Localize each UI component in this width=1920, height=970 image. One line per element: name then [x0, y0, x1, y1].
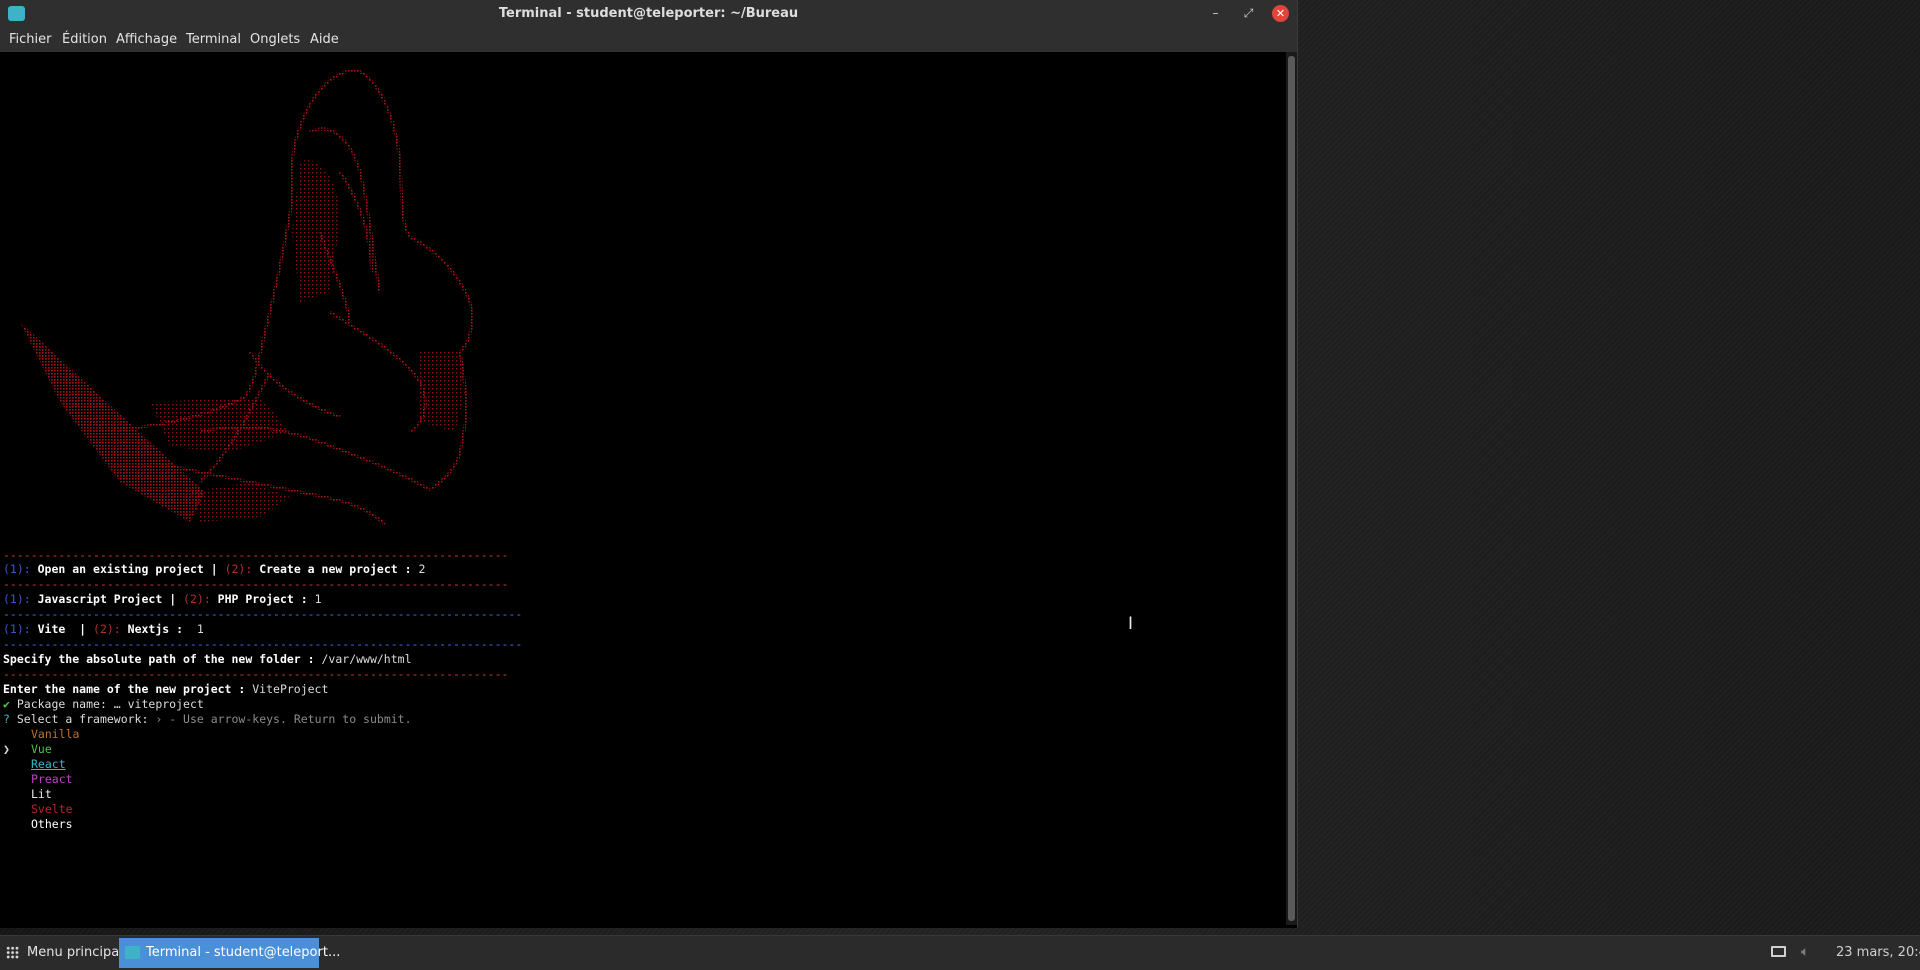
separator-line: ----------------------------------------…	[3, 607, 523, 621]
terminal-window: Terminal - student@teleporter: ~/Bureau …	[0, 0, 1298, 928]
prompt-line-name: Enter the name of the new project : Vite…	[3, 682, 328, 697]
check-icon: ✔	[3, 697, 10, 711]
option-number: (2):	[217, 562, 253, 576]
framework-option-others[interactable]: Others	[31, 817, 73, 832]
framework-option-vanilla[interactable]: Vanilla	[31, 727, 79, 742]
path-value: /var/www/html	[321, 652, 412, 666]
clock[interactable]: 23 mars, 20:45	[1836, 945, 1920, 960]
menu-edition[interactable]: Édition	[62, 32, 107, 47]
option-number: (1):	[3, 622, 31, 636]
terminal-output[interactable]: ----------------------------------------…	[0, 52, 1286, 925]
option-text: Create a new project :	[252, 562, 419, 576]
separator-line: ----------------------------------------…	[3, 667, 509, 681]
menu-affichage[interactable]: Affichage	[116, 32, 177, 47]
framework-option-react[interactable]: React	[31, 757, 66, 772]
option-number: (2):	[86, 622, 121, 636]
ascii-art-hooded-figure	[20, 68, 474, 526]
menu-fichier[interactable]: Fichier	[9, 32, 52, 47]
option-text: Nextjs :	[120, 622, 197, 636]
prompt-answer: 2	[418, 562, 426, 576]
minimize-button[interactable]: –	[1207, 5, 1224, 22]
option-text: PHP Project :	[210, 592, 315, 606]
prompt-answer: 1	[196, 622, 204, 636]
framework-option-lit[interactable]: Lit	[31, 787, 52, 802]
option-number: (1):	[3, 592, 31, 606]
select-hint: › - Use arrow-keys. Return to submit.	[155, 712, 412, 726]
prompt-line-path: Specify the absolute path of the new fol…	[3, 652, 412, 667]
maximize-button[interactable]: ⤢	[1240, 5, 1257, 22]
window-title: Terminal - student@teleporter: ~/Bureau	[498, 6, 799, 21]
prompt-line-project-type: (1): Javascript Project | (2): PHP Proje…	[3, 592, 322, 607]
text-cursor-icon: I	[1128, 614, 1134, 634]
prompt-line-framework-type: (1): Vite | (2): Nextjs : 1	[3, 622, 204, 637]
path-prompt: Specify the absolute path of the new fol…	[3, 652, 322, 666]
menu-bar: Fichier Édition Affichage Terminal Ongle…	[0, 27, 1297, 53]
option-text: Open an existing project	[30, 562, 211, 576]
terminal-app-icon	[125, 946, 140, 959]
option-text: Vite	[30, 622, 80, 636]
prompt-answer: 1	[314, 592, 322, 606]
name-prompt: Enter the name of the new project :	[3, 682, 253, 696]
taskbar: Menu principal Terminal - student@telepo…	[0, 935, 1920, 970]
package-name-line: ✔ Package name: … viteproject	[3, 697, 204, 712]
network-icon[interactable]	[1771, 946, 1786, 957]
menu-onglets[interactable]: Onglets	[250, 32, 300, 47]
separator-line: ----------------------------------------…	[3, 548, 509, 562]
framework-option-vue[interactable]: Vue	[31, 742, 52, 757]
framework-option-svelte[interactable]: Svelte	[31, 802, 73, 817]
separator-line: ----------------------------------------…	[3, 637, 523, 651]
selection-caret-icon: ❯	[3, 742, 10, 756]
apps-grid-icon[interactable]	[6, 946, 19, 959]
select-framework-text: Select a framework:	[9, 712, 156, 726]
menu-aide[interactable]: Aide	[310, 32, 339, 47]
select-framework-line: ? Select a framework: › - Use arrow-keys…	[3, 712, 412, 727]
taskbar-terminal-button[interactable]: Terminal - student@teleport...	[119, 938, 340, 968]
option-number: (1):	[3, 562, 31, 576]
question-icon: ?	[3, 712, 10, 726]
framework-option-preact[interactable]: Preact	[31, 772, 73, 787]
main-menu-button[interactable]: Menu principal	[27, 945, 123, 960]
title-bar[interactable]: Terminal - student@teleporter: ~/Bureau …	[0, 0, 1297, 27]
option-text: Javascript Project	[30, 592, 170, 606]
volume-icon[interactable]: 🔈︎	[1801, 944, 1809, 960]
package-name-text: Package name: … viteproject	[9, 697, 204, 711]
close-button[interactable]: ✕	[1272, 5, 1289, 22]
option-number: (2):	[176, 592, 211, 606]
option-divider: |	[210, 562, 218, 576]
scrollbar-thumb[interactable]	[1288, 56, 1295, 921]
separator-line: ----------------------------------------…	[3, 577, 509, 591]
prompt-line-project-action: (1): Open an existing project | (2): Cre…	[3, 562, 425, 577]
menu-terminal[interactable]: Terminal	[186, 32, 241, 47]
taskbar-terminal-label: Terminal - student@teleport...	[146, 945, 341, 960]
name-value: ViteProject	[252, 682, 329, 696]
